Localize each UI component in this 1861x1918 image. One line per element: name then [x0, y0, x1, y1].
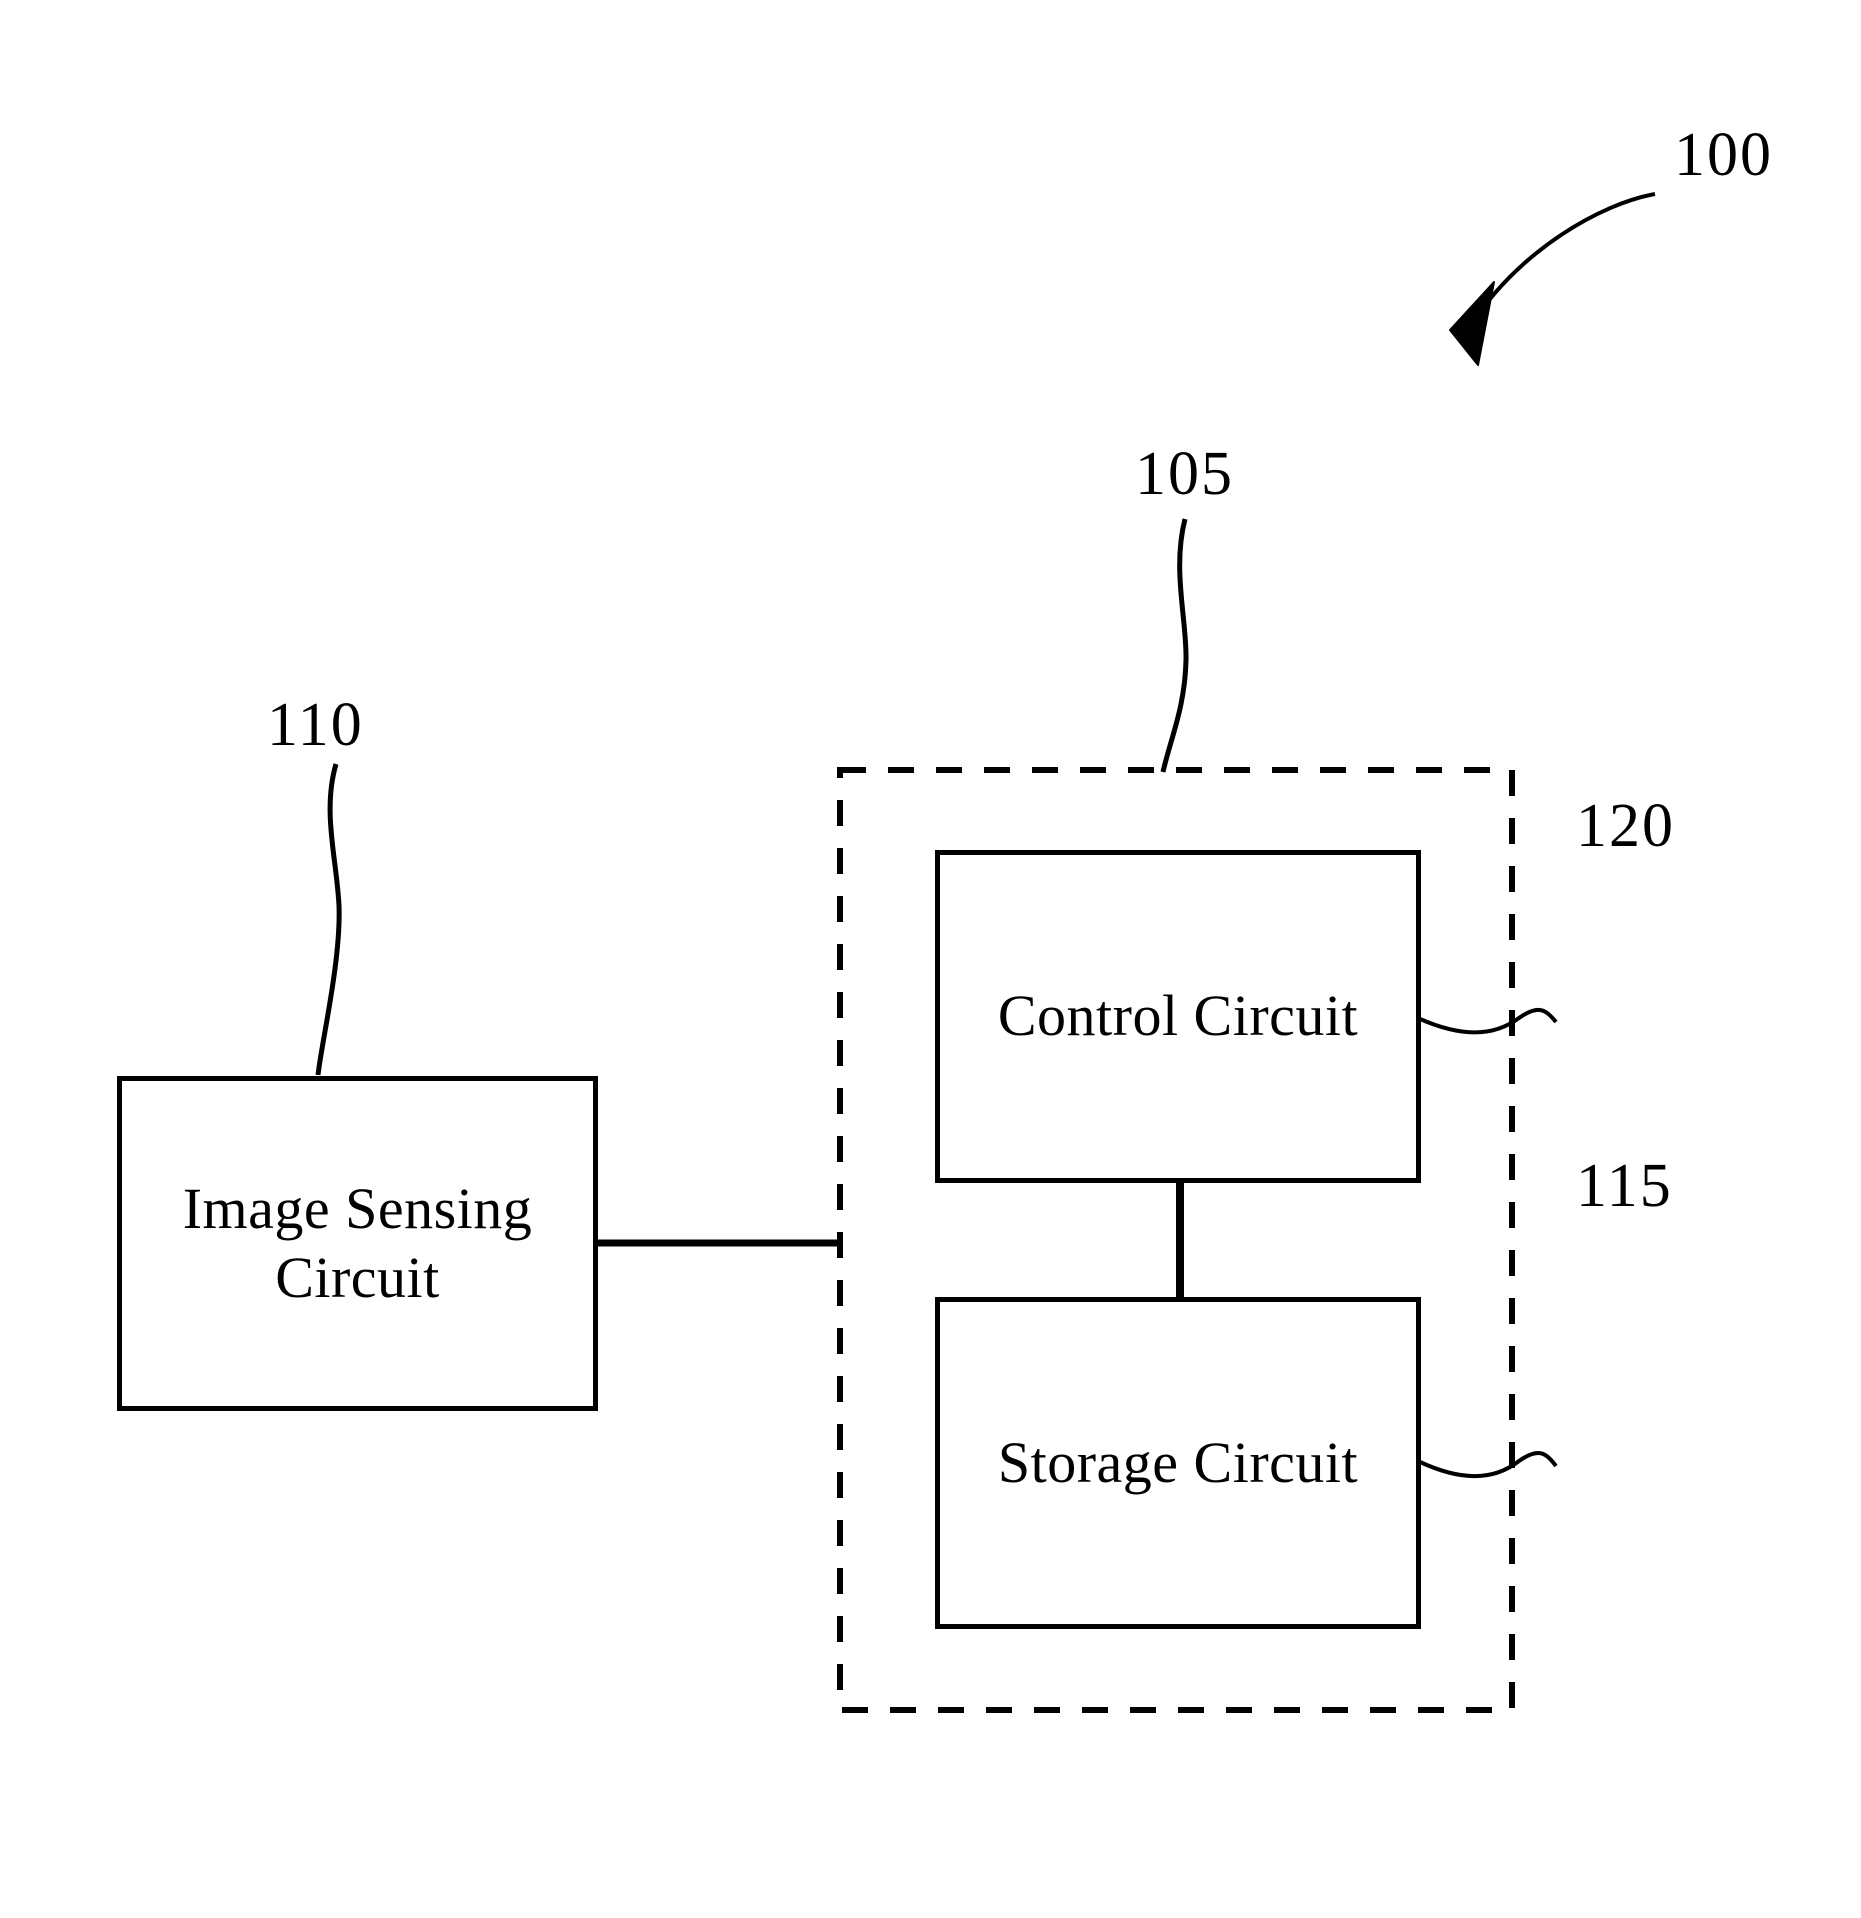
- figure-linework: [315, 192, 1656, 1713]
- leader-line-110: [315, 763, 342, 1076]
- leader-line-100: [1468, 192, 1656, 328]
- block-label-storage-circuit: Storage Circuit: [997, 1429, 1359, 1495]
- block-label-image-sensing-circuit: Image Sensing Circuit: [182, 1176, 533, 1310]
- patent-figure: 100 105 110 120 115 Image Sensing Circui…: [0, 0, 1861, 1918]
- leader-line-105: [1160, 518, 1189, 773]
- reference-numeral-110: 110: [267, 691, 364, 759]
- reference-numeral-100: 100: [1674, 121, 1773, 189]
- block-image-sensing-circuit: Image Sensing Circuit: [117, 1076, 598, 1411]
- block-storage-circuit: Storage Circuit: [935, 1297, 1421, 1629]
- reference-numeral-120: 120: [1576, 792, 1675, 860]
- leader-line-120: [1419, 1007, 1558, 1035]
- reference-numeral-115: 115: [1576, 1152, 1673, 1220]
- arrowhead-100: [1449, 281, 1495, 366]
- block-control-circuit: Control Circuit: [935, 850, 1421, 1183]
- leader-line-115: [1419, 1451, 1558, 1479]
- reference-numeral-105: 105: [1135, 440, 1234, 508]
- block-label-control-circuit: Control Circuit: [997, 983, 1359, 1049]
